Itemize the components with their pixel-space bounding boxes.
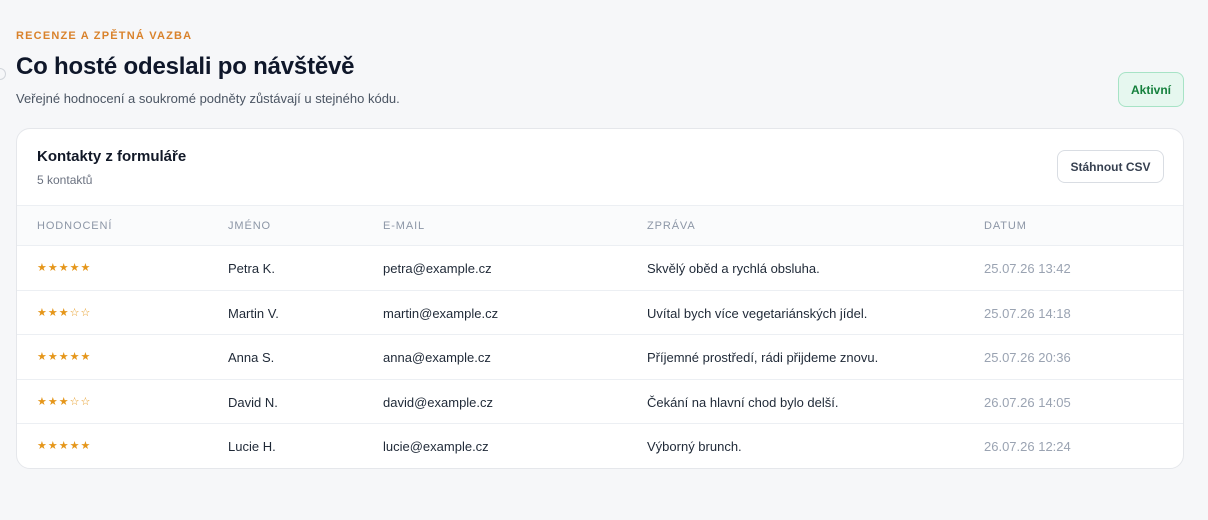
page-subtitle: Veřejné hodnocení a soukromé podněty zůs… xyxy=(16,91,400,106)
star-rating: ★★★★★ xyxy=(37,440,92,453)
section-eyebrow: RECENZE A ZPĚTNÁ VAZBA xyxy=(16,30,193,42)
contact-name: Martin V. xyxy=(228,305,279,321)
contact-date: 26.07.26 12:24 xyxy=(984,439,1071,455)
column-header-email[interactable]: E-MAIL xyxy=(383,220,425,232)
column-header-name[interactable]: JMÉNO xyxy=(228,220,271,232)
collapse-handle[interactable] xyxy=(0,68,6,80)
contact-message: Uvítal bych více vegetariánských jídel. xyxy=(647,305,868,321)
table-body: ★★★★★ Petra K. petra@example.cz Skvělý o… xyxy=(17,246,1183,468)
table-row[interactable]: ★★★☆☆ Martin V. martin@example.cz Uvítal… xyxy=(17,291,1183,336)
table-header: HODNOCENÍ JMÉNO E-MAIL ZPRÁVA DATUM xyxy=(17,206,1183,246)
contact-email: petra@example.cz xyxy=(383,261,492,276)
download-csv-button[interactable]: Stáhnout CSV xyxy=(1057,150,1164,183)
table-row[interactable]: ★★★☆☆ David N. david@example.cz Čekání n… xyxy=(17,380,1183,425)
contact-email: david@example.cz xyxy=(383,394,494,410)
star-rating: ★★★★★ xyxy=(37,351,92,364)
contact-email: martin@example.cz xyxy=(383,305,499,321)
card-title: Kontakty z formuláře xyxy=(37,148,187,165)
status-badge[interactable]: Aktivní xyxy=(1118,72,1184,107)
star-rating: ★★★☆☆ xyxy=(37,395,92,408)
contact-email: lucie@example.cz xyxy=(383,439,489,455)
table-row[interactable]: ★★★★★ Lucie H. lucie@example.cz Výborný … xyxy=(17,424,1183,468)
column-header-date[interactable]: DATUM xyxy=(984,220,1027,232)
contact-name: Petra K. xyxy=(228,261,275,276)
page-title: Co hosté odeslali po návštěvě xyxy=(16,53,355,80)
contact-date: 25.07.26 20:36 xyxy=(984,350,1071,366)
contacts-card: Kontakty z formuláře 5 kontaktů Stáhnout… xyxy=(16,128,1184,469)
contact-name: Anna S. xyxy=(228,350,275,366)
table-row[interactable]: ★★★★★ Anna S. anna@example.cz Příjemné p… xyxy=(17,335,1183,380)
card-header: Kontakty z formuláře 5 kontaktů Stáhnout… xyxy=(17,129,1183,206)
star-rating: ★★★★★ xyxy=(37,262,92,274)
contact-name: Lucie H. xyxy=(228,439,276,455)
contact-date: 25.07.26 14:18 xyxy=(984,305,1071,321)
contact-message: Čekání na hlavní chod bylo delší. xyxy=(647,394,839,410)
contact-message: Příjemné prostředí, rádi přijdeme znovu. xyxy=(647,350,879,366)
contact-name: David N. xyxy=(228,394,278,410)
contact-message: Výborný brunch. xyxy=(647,439,742,455)
star-rating: ★★★☆☆ xyxy=(37,306,92,319)
contact-date: 26.07.26 14:05 xyxy=(984,394,1071,410)
contacts-count: 5 kontaktů xyxy=(37,173,93,187)
contact-message: Skvělý oběd a rychlá obsluha. xyxy=(647,261,820,276)
contact-date: 25.07.26 13:42 xyxy=(984,261,1071,276)
column-header-message[interactable]: ZPRÁVA xyxy=(647,220,696,232)
column-header-rating[interactable]: HODNOCENÍ xyxy=(37,220,112,232)
contact-email: anna@example.cz xyxy=(383,350,491,366)
table-row[interactable]: ★★★★★ Petra K. petra@example.cz Skvělý o… xyxy=(17,246,1183,291)
